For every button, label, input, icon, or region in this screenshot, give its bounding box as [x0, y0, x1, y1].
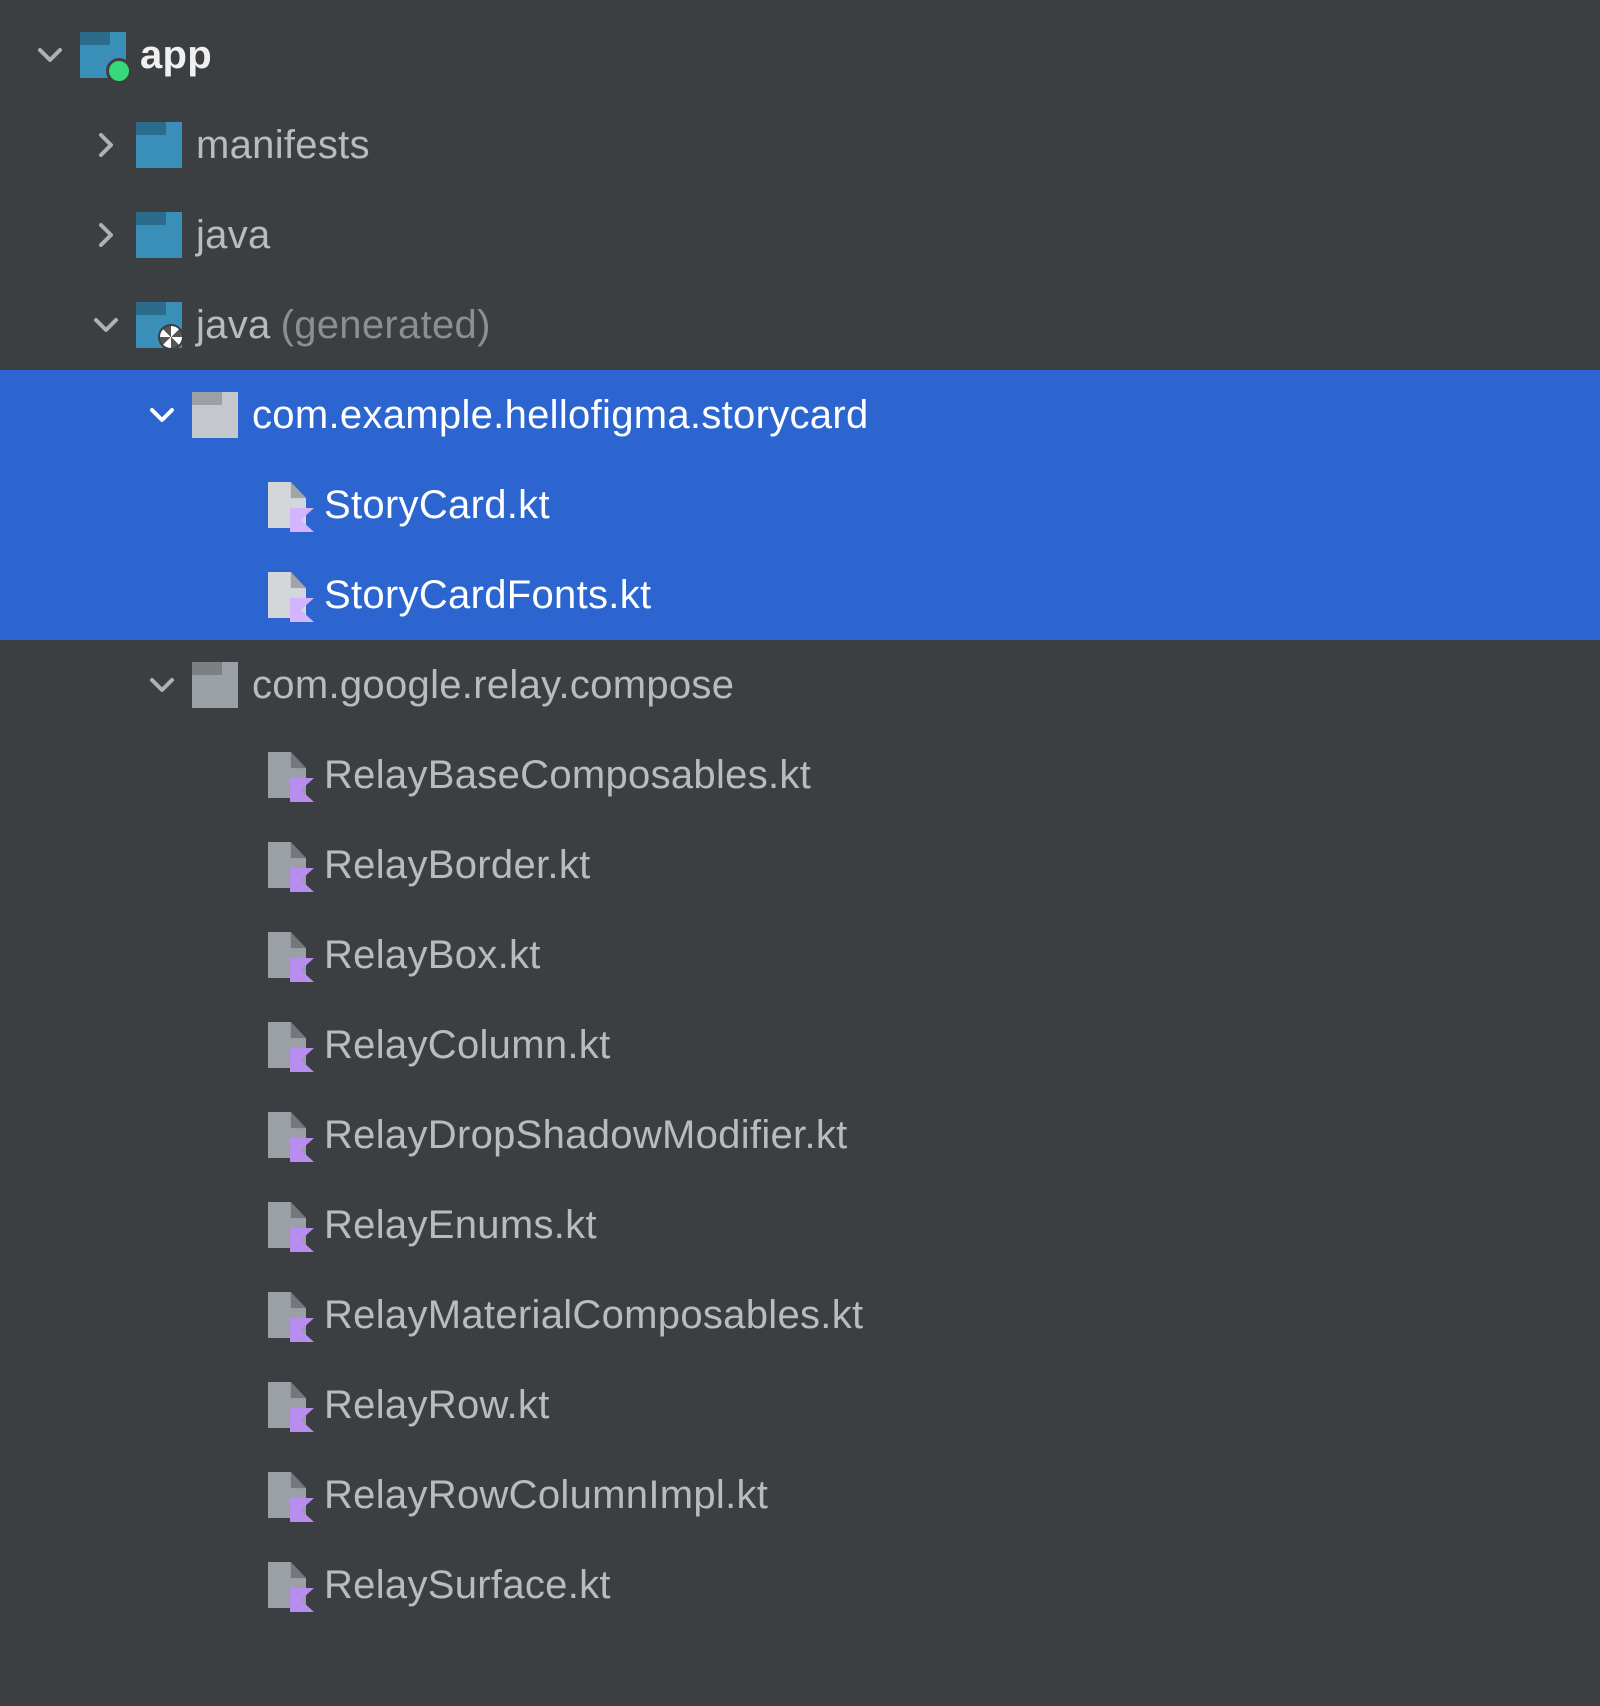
tree-node-file[interactable]: RelayEnums.kt	[0, 1180, 1600, 1270]
tree-node-file[interactable]: RelayMaterialComposables.kt	[0, 1270, 1600, 1360]
tree-label: RelayBaseComposables.kt	[324, 753, 811, 798]
tree-label: app	[140, 33, 212, 78]
module-folder-icon	[80, 32, 126, 78]
tree-node-file[interactable]: RelayRowColumnImpl.kt	[0, 1450, 1600, 1540]
tree-label: RelaySurface.kt	[324, 1563, 611, 1608]
tree-label: RelayBorder.kt	[324, 843, 591, 888]
tree-label: RelayRowColumnImpl.kt	[324, 1473, 768, 1518]
folder-icon	[136, 212, 182, 258]
tree-node-file[interactable]: RelayBaseComposables.kt	[0, 730, 1600, 820]
generated-folder-icon	[136, 302, 182, 348]
tree-node-file[interactable]: RelayColumn.kt	[0, 1000, 1600, 1090]
tree-node-file[interactable]: RelayRow.kt	[0, 1360, 1600, 1450]
tree-node-manifests[interactable]: manifests	[0, 100, 1600, 190]
tree-label: RelayRow.kt	[324, 1383, 550, 1428]
tree-node-app[interactable]: app	[0, 10, 1600, 100]
kotlin-file-icon	[264, 1472, 310, 1518]
tree-node-package-storycard[interactable]: com.example.hellofigma.storycard	[0, 370, 1600, 460]
tree-label: java	[196, 303, 271, 348]
folder-icon	[136, 122, 182, 168]
kotlin-file-icon	[264, 1382, 310, 1428]
tree-node-file[interactable]: StoryCard.kt	[0, 460, 1600, 550]
package-folder-icon	[192, 392, 238, 438]
kotlin-file-icon	[264, 932, 310, 978]
tree-label: StoryCard.kt	[324, 483, 550, 528]
kotlin-file-icon	[264, 1562, 310, 1608]
kotlin-file-icon	[264, 842, 310, 888]
chevron-right-icon[interactable]	[92, 131, 120, 159]
package-folder-icon	[192, 662, 238, 708]
tree-node-file[interactable]: StoryCardFonts.kt	[0, 550, 1600, 640]
tree-label: com.google.relay.compose	[252, 663, 734, 708]
kotlin-file-icon	[264, 1292, 310, 1338]
chevron-down-icon[interactable]	[148, 671, 176, 699]
tree-label: RelayColumn.kt	[324, 1023, 611, 1068]
kotlin-file-icon	[264, 1202, 310, 1248]
chevron-down-icon[interactable]	[92, 311, 120, 339]
tree-node-java-generated[interactable]: java (generated)	[0, 280, 1600, 370]
project-tree: app manifests java java (generated)	[0, 0, 1600, 1630]
tree-label: RelayBox.kt	[324, 933, 541, 978]
tree-node-file[interactable]: RelayBorder.kt	[0, 820, 1600, 910]
chevron-down-icon[interactable]	[148, 401, 176, 429]
kotlin-file-icon	[264, 572, 310, 618]
tree-label: manifests	[196, 123, 370, 168]
tree-node-java[interactable]: java	[0, 190, 1600, 280]
tree-node-package-relay[interactable]: com.google.relay.compose	[0, 640, 1600, 730]
tree-label: RelayEnums.kt	[324, 1203, 597, 1248]
tree-node-file[interactable]: RelayDropShadowModifier.kt	[0, 1090, 1600, 1180]
tree-node-file[interactable]: RelaySurface.kt	[0, 1540, 1600, 1630]
tree-label: com.example.hellofigma.storycard	[252, 393, 869, 438]
kotlin-file-icon	[264, 482, 310, 528]
tree-label: StoryCardFonts.kt	[324, 573, 651, 618]
chevron-down-icon[interactable]	[36, 41, 64, 69]
kotlin-file-icon	[264, 1022, 310, 1068]
kotlin-file-icon	[264, 752, 310, 798]
chevron-right-icon[interactable]	[92, 221, 120, 249]
tree-node-file[interactable]: RelayBox.kt	[0, 910, 1600, 1000]
tree-label: RelayMaterialComposables.kt	[324, 1293, 863, 1338]
kotlin-file-icon	[264, 1112, 310, 1158]
tree-label-suffix: (generated)	[281, 303, 491, 348]
tree-label: RelayDropShadowModifier.kt	[324, 1113, 848, 1158]
tree-label: java	[196, 213, 271, 258]
